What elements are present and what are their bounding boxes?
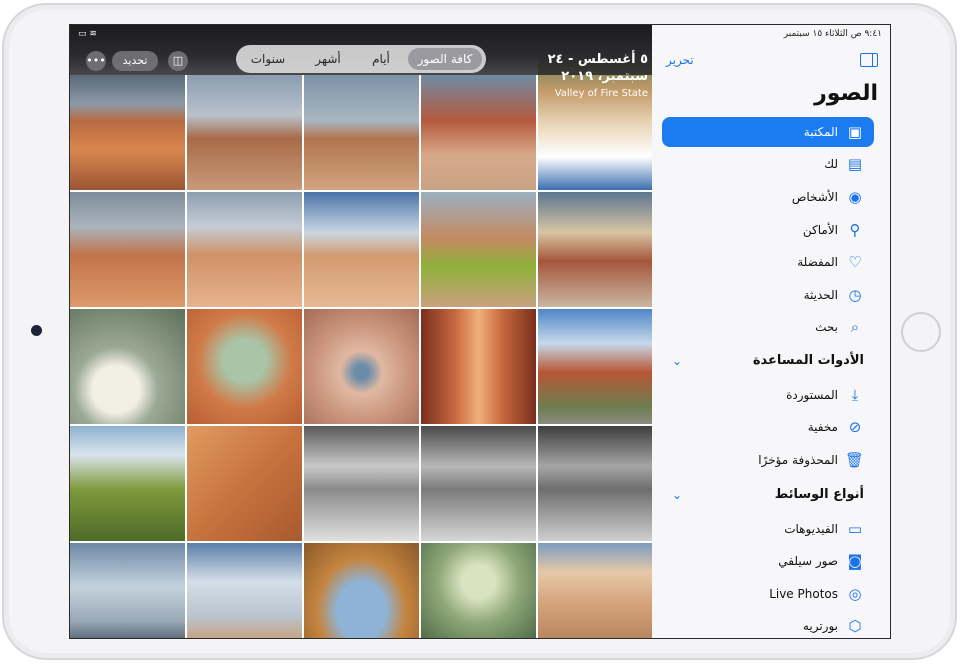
photo-thumbnail[interactable] [421, 426, 536, 541]
sidebar-item-live-photos[interactable]: ◎ Live Photos [662, 579, 874, 609]
sidebar-title: الصور [814, 81, 878, 106]
status-time: ٩:٤١ ص [850, 29, 882, 39]
photo-thumbnail[interactable] [187, 426, 302, 541]
wifi-icon: ≋ [89, 29, 97, 39]
photo-grid: ••• تحديد ◫ سنوات أشهر أيام كافة الصور ٥… [70, 25, 652, 638]
photo-thumbnail[interactable] [538, 543, 652, 638]
sidebar-item-search[interactable]: ⌕ بحث [662, 312, 874, 342]
status-time-date: ٩:٤١ ص الثلاثاء ١٥ سبتمبر [784, 29, 882, 39]
sidebar-item-portrait[interactable]: ⬡ بورتريه [662, 611, 874, 638]
photo-thumbnail[interactable] [538, 309, 652, 424]
aspect-toggle-icon: ◫ [172, 54, 184, 67]
clock-icon: ◷ [848, 286, 862, 304]
sidebar-item-label: المستوردة [786, 388, 838, 402]
trash-icon: 🗑 [844, 451, 864, 469]
ellipsis-icon: ••• [86, 54, 106, 67]
sidebar-item-label: بورتريه [802, 619, 838, 633]
sidebar-item-hidden[interactable]: ⊘ مخفية [662, 412, 874, 442]
sidebar-item-label: المكتبة [803, 125, 838, 139]
video-icon: ▭ [847, 520, 863, 538]
photo-thumbnail[interactable] [187, 309, 302, 424]
photo-thumbnail[interactable] [304, 543, 419, 638]
battery-icon: ▭ [78, 29, 87, 39]
photo-thumbnail[interactable] [70, 75, 185, 190]
home-button[interactable] [901, 312, 941, 352]
photo-thumbnail[interactable] [187, 543, 302, 638]
sidebar-item-favorites[interactable]: ♡ المفضلة [662, 247, 874, 277]
selfie-icon: ◙ [847, 552, 863, 570]
section-title: أنواع الوسائط [774, 487, 864, 502]
segment-years[interactable]: سنوات [236, 45, 300, 73]
sidebar-item-label: الحديثة [803, 288, 838, 302]
chevron-down-icon: ⌄ [672, 354, 683, 368]
sidebar-item-label: لك [824, 157, 838, 171]
view-segmented-control: سنوات أشهر أيام كافة الصور [236, 45, 486, 73]
segment-months[interactable]: أشهر [300, 45, 356, 73]
photo-thumbnail[interactable] [70, 309, 185, 424]
sidebar-item-label: Live Photos [769, 587, 838, 601]
sidebar-item-label: مخفية [807, 420, 838, 434]
sidebar-item-label: المفضلة [797, 255, 838, 269]
person-circle-icon: ◉ [848, 188, 862, 206]
sidebar-item-label: صور سيلفي [778, 554, 838, 568]
front-camera [31, 325, 42, 336]
photo-thumbnail[interactable] [421, 75, 536, 190]
more-button[interactable]: ••• [86, 51, 106, 71]
aspect-toggle-button[interactable]: ◫ [168, 51, 188, 71]
photo-thumbnail[interactable] [421, 309, 536, 424]
sidebar-item-selfies[interactable]: ◙ صور سيلفي [662, 546, 874, 576]
search-icon: ⌕ [850, 318, 860, 336]
sidebar-item-label: بحث [815, 320, 838, 334]
status-icons: ▭ ≋ [78, 29, 97, 39]
sidebar-item-videos[interactable]: ▭ الفيديوهات [662, 514, 874, 544]
photo-thumbnail[interactable] [70, 543, 185, 638]
for-you-icon: ▤ [847, 155, 863, 173]
sidebar-item-recents[interactable]: ◷ الحديثة [662, 280, 874, 310]
sidebar-item-recently-deleted[interactable]: 🗑 المحذوفة مؤخرًا [662, 445, 874, 475]
location-name: Valley of Fire State [554, 88, 648, 99]
import-icon: ⤓ [851, 386, 859, 404]
eye-slash-icon: ⊘ [848, 418, 862, 436]
live-photo-icon: ◎ [848, 585, 862, 603]
photo-thumbnail[interactable] [304, 192, 419, 307]
photo-thumbnail[interactable] [304, 309, 419, 424]
select-button[interactable]: تحديد [112, 51, 158, 71]
photo-thumbnail[interactable] [304, 426, 419, 541]
sidebar-item-places[interactable]: ⚲ الأماكن [662, 215, 874, 245]
sidebar-item-imports[interactable]: ⤓ المستوردة [662, 380, 874, 410]
sidebar-item-label: المحذوفة مؤخرًا [758, 453, 838, 467]
sidebar-item-label: الأماكن [802, 223, 838, 237]
sidebar: ٩:٤١ ص الثلاثاء ١٥ سبتمبر تحرير الصور ▣ … [652, 25, 890, 638]
photo-thumbnail[interactable] [421, 192, 536, 307]
photo-thumbnail[interactable] [70, 192, 185, 307]
edit-button[interactable]: تحرير [666, 53, 694, 67]
photo-thumbnail[interactable] [304, 75, 419, 190]
photo-thumbnail[interactable] [70, 426, 185, 541]
sidebar-item-library[interactable]: ▣ المكتبة [662, 117, 874, 147]
date-range: ٥ أغسطس - ٢٤ سبتمبر، ٢٠١٩ [547, 52, 648, 84]
screen: ••• تحديد ◫ سنوات أشهر أيام كافة الصور ٥… [69, 24, 891, 639]
photo-thumbnail[interactable] [187, 192, 302, 307]
sidebar-item-for-you[interactable]: ▤ لك [662, 149, 874, 179]
map-pin-icon: ⚲ [849, 221, 861, 239]
heart-icon: ♡ [848, 253, 862, 271]
sidebar-item-label: الفيديوهات [784, 522, 838, 536]
segment-days[interactable]: أيام [356, 45, 406, 73]
cube-icon: ⬡ [848, 617, 862, 635]
photo-thumbnail[interactable] [538, 192, 652, 307]
chevron-down-icon: ⌄ [672, 488, 683, 502]
date-header: ٥ أغسطس - ٢٤ سبتمبر، ٢٠١٩ Valley of Fire… [538, 51, 648, 101]
section-utilities[interactable]: الأدوات المساعدة ⌄ [662, 346, 874, 376]
photo-thumbnail[interactable] [421, 543, 536, 638]
section-title: الأدوات المساعدة [752, 353, 864, 368]
status-date: الثلاثاء ١٥ سبتمبر [783, 29, 848, 39]
sidebar-item-people[interactable]: ◉ الأشخاص [662, 182, 874, 212]
sidebar-icon[interactable] [860, 53, 878, 67]
photo-thumbnail[interactable] [538, 426, 652, 541]
photo-library-icon: ▣ [847, 123, 863, 141]
section-media-types[interactable]: أنواع الوسائط ⌄ [662, 480, 874, 510]
segment-all-photos[interactable]: كافة الصور [408, 45, 482, 73]
sidebar-item-label: الأشخاص [791, 190, 838, 204]
photo-thumbnail[interactable] [187, 75, 302, 190]
